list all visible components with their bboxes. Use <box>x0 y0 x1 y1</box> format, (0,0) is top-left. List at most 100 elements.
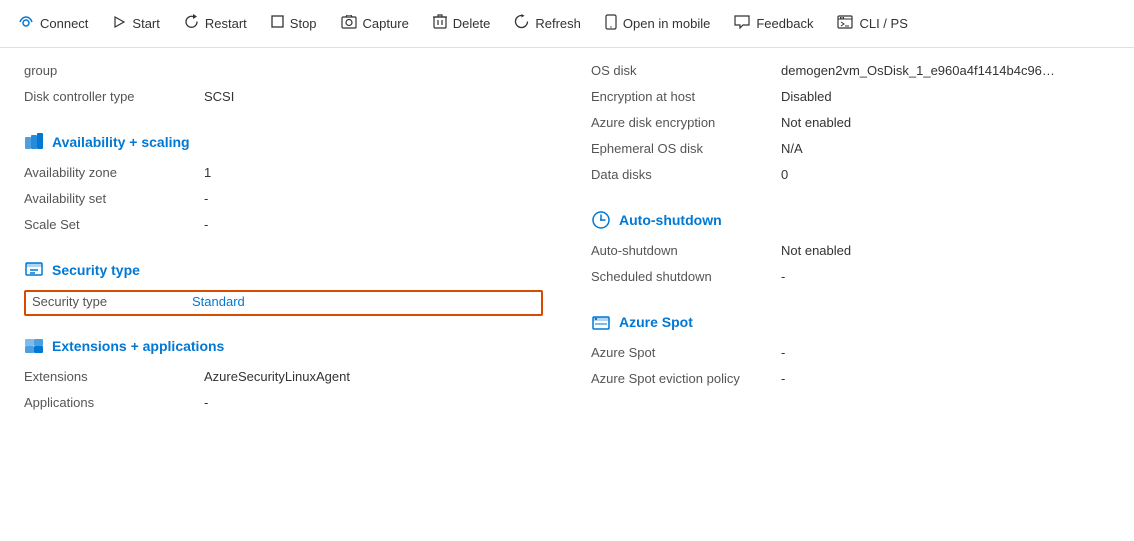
stop-icon <box>271 15 284 32</box>
availability-icon <box>24 132 44 152</box>
auto-shutdown-row: Auto-shutdown Not enabled <box>591 240 1110 266</box>
delete-label: Delete <box>453 16 491 31</box>
toolbar: Connect Start Restart Stop <box>0 0 1134 48</box>
group-partial-label: group <box>24 63 204 78</box>
ephemeral-os-disk-label: Ephemeral OS disk <box>591 141 781 156</box>
extensions-icon <box>24 336 44 356</box>
encryption-at-host-row: Encryption at host Disabled <box>591 86 1110 112</box>
azure-spot-title: Azure Spot <box>619 314 693 330</box>
data-disks-row: Data disks 0 <box>591 164 1110 190</box>
capture-label: Capture <box>363 16 409 31</box>
azure-spot-icon <box>591 312 611 332</box>
group-partial-row: group <box>24 60 543 86</box>
restart-icon <box>184 14 199 33</box>
start-label: Start <box>132 16 159 31</box>
restart-button[interactable]: Restart <box>174 8 257 39</box>
auto-shutdown-value: Not enabled <box>781 243 851 258</box>
auto-shutdown-icon <box>591 210 611 230</box>
restart-label: Restart <box>205 16 247 31</box>
extensions-title: Extensions + applications <box>52 338 224 354</box>
left-column: group Disk controller type SCSI Availabi… <box>0 48 567 541</box>
data-disks-value: 0 <box>781 167 788 182</box>
stop-button[interactable]: Stop <box>261 9 327 38</box>
main-content: group Disk controller type SCSI Availabi… <box>0 48 1134 541</box>
auto-shutdown-section: Auto-shutdown Auto-shutdown Not enabled … <box>591 210 1110 292</box>
availability-header: Availability + scaling <box>24 132 543 152</box>
auto-shutdown-label: Auto-shutdown <box>591 243 781 258</box>
auto-shutdown-title: Auto-shutdown <box>619 212 722 228</box>
open-mobile-icon <box>605 14 617 34</box>
ephemeral-os-disk-value: N/A <box>781 141 803 156</box>
scheduled-shutdown-label: Scheduled shutdown <box>591 269 781 284</box>
capture-icon <box>341 15 357 33</box>
azure-disk-encryption-value: Not enabled <box>781 115 851 130</box>
start-icon <box>112 15 126 33</box>
delete-icon <box>433 14 447 33</box>
azure-spot-eviction-row: Azure Spot eviction policy - <box>591 368 1110 394</box>
cli-ps-label: CLI / PS <box>859 16 907 31</box>
azure-disk-encryption-label: Azure disk encryption <box>591 115 781 130</box>
azure-spot-header: Azure Spot <box>591 312 1110 332</box>
scale-set-value: - <box>204 217 208 232</box>
data-disks-label: Data disks <box>591 167 781 182</box>
refresh-button[interactable]: Refresh <box>504 8 591 39</box>
cli-ps-button[interactable]: CLI / PS <box>827 9 917 39</box>
availability-zone-row: Availability zone 1 <box>24 162 543 188</box>
feedback-button[interactable]: Feedback <box>724 9 823 39</box>
connect-label: Connect <box>40 16 88 31</box>
encryption-at-host-value: Disabled <box>781 89 832 104</box>
start-button[interactable]: Start <box>102 9 169 39</box>
capture-button[interactable]: Capture <box>331 9 419 39</box>
azure-spot-value: - <box>781 345 785 360</box>
azure-spot-row: Azure Spot - <box>591 342 1110 368</box>
scheduled-shutdown-row: Scheduled shutdown - <box>591 266 1110 292</box>
extensions-section: Extensions + applications Extensions Azu… <box>24 336 543 418</box>
security-header: Security type <box>24 260 543 280</box>
applications-value: - <box>204 395 208 410</box>
extensions-row: Extensions AzureSecurityLinuxAgent <box>24 366 543 392</box>
security-type-value[interactable]: Standard <box>192 294 245 309</box>
refresh-icon <box>514 14 529 33</box>
availability-set-row: Availability set - <box>24 188 543 214</box>
extensions-value: AzureSecurityLinuxAgent <box>204 369 350 384</box>
security-section: Security type Security type Standard <box>24 260 543 316</box>
extensions-header: Extensions + applications <box>24 336 543 356</box>
encryption-at-host-label: Encryption at host <box>591 89 781 104</box>
cli-ps-icon <box>837 15 853 33</box>
security-icon <box>24 260 44 280</box>
auto-shutdown-header: Auto-shutdown <box>591 210 1110 230</box>
applications-label: Applications <box>24 395 204 410</box>
feedback-icon <box>734 15 750 33</box>
availability-set-value: - <box>204 191 208 206</box>
refresh-label: Refresh <box>535 16 581 31</box>
scale-set-row: Scale Set - <box>24 214 543 240</box>
open-mobile-button[interactable]: Open in mobile <box>595 8 720 40</box>
feedback-label: Feedback <box>756 16 813 31</box>
disk-controller-value: SCSI <box>204 89 234 104</box>
azure-spot-eviction-value: - <box>781 371 785 386</box>
os-disk-label-row: OS disk demogen2vm_OsDisk_1_e960a4f1414b… <box>591 60 1110 86</box>
azure-disk-encryption-row: Azure disk encryption Not enabled <box>591 112 1110 138</box>
azure-spot-label: Azure Spot <box>591 345 781 360</box>
availability-zone-label: Availability zone <box>24 165 204 180</box>
availability-section: Availability + scaling Availability zone… <box>24 132 543 240</box>
extensions-label: Extensions <box>24 369 204 384</box>
applications-row: Applications - <box>24 392 543 418</box>
availability-zone-value: 1 <box>204 165 211 180</box>
azure-spot-eviction-label: Azure Spot eviction policy <box>591 371 781 386</box>
os-disk-name-value: demogen2vm_OsDisk_1_e960a4f1414b4c968103… <box>781 63 1061 78</box>
delete-button[interactable]: Delete <box>423 8 501 39</box>
availability-set-label: Availability set <box>24 191 204 206</box>
scheduled-shutdown-value: - <box>781 269 785 284</box>
os-disk-partial-section: OS disk demogen2vm_OsDisk_1_e960a4f1414b… <box>591 60 1110 190</box>
right-column: OS disk demogen2vm_OsDisk_1_e960a4f1414b… <box>567 48 1134 541</box>
connect-button[interactable]: Connect <box>8 8 98 40</box>
connect-icon <box>18 14 34 34</box>
stop-label: Stop <box>290 16 317 31</box>
security-title: Security type <box>52 262 140 278</box>
ephemeral-os-disk-row: Ephemeral OS disk N/A <box>591 138 1110 164</box>
disk-controller-row: Disk controller type SCSI <box>24 86 543 112</box>
open-mobile-label: Open in mobile <box>623 16 710 31</box>
partial-top-section: group Disk controller type SCSI <box>24 60 543 112</box>
security-type-label: Security type <box>32 294 192 309</box>
